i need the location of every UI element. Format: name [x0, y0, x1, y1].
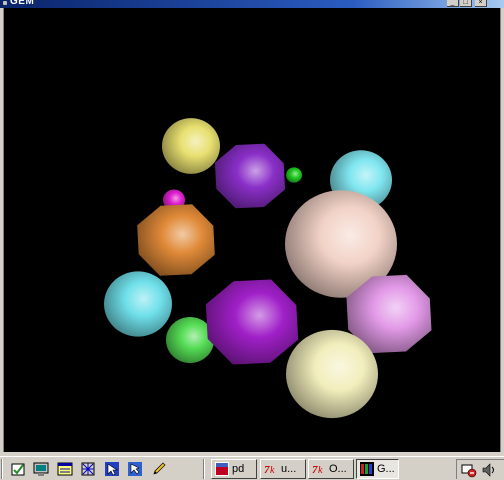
window-title: GEM — [10, 0, 35, 7]
close-button[interactable]: × — [475, 0, 487, 7]
maximize-icon: □ — [463, 0, 468, 6]
task-button-u[interactable]: 7 k u... — [260, 459, 306, 479]
pointer-tool-icon[interactable] — [127, 461, 143, 477]
task-button-gem[interactable]: G... — [356, 459, 399, 479]
task-label: pd — [232, 463, 245, 475]
pd-app-icon — [215, 462, 229, 476]
desktop-screen: GEM _ □ × pd 7 k u... 7 k O... G... — [0, 0, 504, 480]
sphere-8 — [104, 271, 172, 337]
minimize-button[interactable]: _ — [447, 0, 459, 7]
gem-app-icon — [360, 462, 374, 476]
maximize-button[interactable]: □ — [460, 0, 472, 7]
task-label: G... — [377, 463, 395, 475]
svg-text:k: k — [318, 465, 323, 476]
network-icon[interactable] — [80, 461, 96, 477]
sphere-1 — [162, 118, 220, 174]
window-frame-right — [500, 8, 504, 456]
volume-tray-icon[interactable] — [481, 462, 497, 478]
task-label: u... — [281, 463, 297, 475]
show-desktop-icon[interactable] — [10, 461, 26, 477]
pencil-icon[interactable] — [151, 461, 167, 477]
sphere-3 — [286, 167, 302, 183]
gem-render-viewport[interactable] — [4, 8, 500, 452]
system-menu-icon[interactable] — [3, 1, 7, 5]
task-label: O... — [329, 463, 347, 475]
task-button-pd[interactable]: pd — [211, 459, 257, 479]
minimize-icon: _ — [450, 0, 455, 6]
svg-text:k: k — [270, 465, 275, 476]
sphere-12 — [286, 329, 378, 419]
editor-app-icon: 7 k — [264, 464, 275, 476]
taskbar: pd 7 k u... 7 k O... G... — [0, 456, 504, 480]
window-title-bar[interactable]: GEM _ □ × — [0, 0, 504, 8]
system-tray — [456, 459, 504, 479]
close-icon: × — [478, 0, 483, 6]
calendar-icon[interactable] — [57, 461, 73, 477]
quicklaunch-grip[interactable] — [1, 459, 3, 479]
taskbar-separator — [203, 459, 205, 479]
cursor-icon[interactable] — [104, 461, 120, 477]
editor-app-icon: 7 k — [312, 464, 323, 476]
sphere-9 — [166, 316, 214, 364]
gem-scene — [4, 8, 500, 452]
task-button-o[interactable]: 7 k O... — [308, 459, 354, 479]
network-tray-icon[interactable] — [461, 462, 477, 478]
desktop-icon[interactable] — [33, 461, 49, 477]
